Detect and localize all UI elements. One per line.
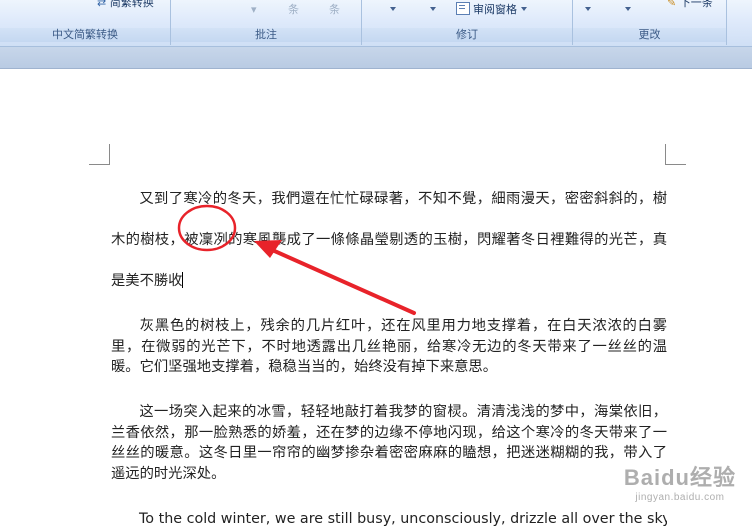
- document-page[interactable]: 又到了寒冷的冬天，我們還在忙忙碌碌著，不知不覺，細雨漫天，密密斜斜的，樹木的樹枝…: [0, 69, 752, 527]
- comments-group-label: 批注: [171, 28, 361, 42]
- paragraph-4[interactable]: To the cold winter, we are still busy, u…: [111, 509, 667, 529]
- next-change-icon: ✎: [667, 0, 677, 9]
- protect-group: [727, 0, 752, 45]
- track-changes-dropdown[interactable]: [390, 3, 396, 16]
- next-change-button[interactable]: ✎ 下一条: [667, 0, 713, 10]
- next-comment-button[interactable]: 条: [329, 1, 340, 17]
- watermark-url: jingyan.baidu.com: [635, 492, 725, 503]
- review-pane-icon: [456, 2, 470, 15]
- tracking-group: 审阅窗格 修订: [362, 0, 573, 45]
- tracking-group-label: 修订: [362, 28, 572, 42]
- page-corner-mark-left: [89, 144, 110, 165]
- dropdown-arrow-icon: [520, 7, 527, 11]
- comments-group: ▾ 条 条 批注: [171, 0, 362, 45]
- paragraph-1[interactable]: 又到了寒冷的冬天，我們還在忙忙碌碌著，不知不覺，細雨漫天，密密斜斜的，樹木的樹枝…: [111, 179, 667, 302]
- dropdown-arrow-icon: [390, 7, 396, 11]
- text-cursor: [182, 272, 184, 288]
- changes-group: ✎ 下一条 更改: [573, 0, 727, 45]
- paragraph-2-text: 灰黑色的树枝上，残余的几片红叶，还在风里用力地支撑着，在白天浓浓的白雾里，在微弱…: [111, 318, 667, 375]
- chinese-conversion-group: ⇄ 简繁转换 中文简繁转换: [0, 0, 171, 45]
- chinese-conversion-group-label: 中文简繁转换: [0, 28, 170, 42]
- next-change-label: 下一条: [679, 0, 713, 9]
- paragraph-3[interactable]: 这一场突入起来的冰雪，轻轻地敲打着我梦的窗棂。清清浅浅的梦中，海棠依旧，兰香依然…: [111, 402, 667, 484]
- previous-comment-button[interactable]: 条: [288, 1, 299, 17]
- page-corner-mark-right: [665, 144, 686, 165]
- watermark-logo: Baidu经验: [623, 465, 736, 490]
- ruler-band: [0, 47, 752, 69]
- display-options-dropdown[interactable]: [430, 3, 436, 16]
- paragraph-2[interactable]: 灰黑色的树枝上，残余的几片红叶，还在风里用力地支撑着，在白天浓浓的白雾里，在微弱…: [111, 316, 667, 378]
- convert-button-label: 简繁转换: [109, 0, 154, 9]
- paragraph-1-text: 又到了寒冷的冬天，我們還在忙忙碌碌著，不知不覺，細雨漫天，密密斜斜的，樹木的樹枝…: [111, 191, 667, 289]
- review-pane-button[interactable]: 审阅窗格: [456, 1, 527, 17]
- dropdown-arrow-icon: ▾: [251, 3, 257, 16]
- dropdown-arrow-icon: [430, 7, 436, 11]
- ribbon: ⇄ 简繁转换 中文简繁转换 ▾ 条 条 批注 审阅窗格 修订 ✎ 下一条 更改: [0, 0, 752, 47]
- convert-button[interactable]: ⇄ 简繁转换: [97, 0, 154, 10]
- dropdown-arrow-icon: [625, 7, 631, 11]
- changes-group-label: 更改: [573, 28, 726, 42]
- paragraph-3-text: 这一场突入起来的冰雪，轻轻地敲打着我梦的窗棂。清清浅浅的梦中，海棠依旧，兰香依然…: [111, 404, 667, 482]
- review-pane-label: 审阅窗格: [473, 3, 517, 16]
- reject-dropdown[interactable]: [625, 3, 631, 16]
- convert-icon: ⇄: [97, 0, 107, 9]
- dropdown-arrow-icon: [585, 7, 591, 11]
- accept-dropdown[interactable]: [585, 3, 591, 16]
- baidu-watermark: Baidu经验 jingyan.baidu.com: [624, 460, 736, 503]
